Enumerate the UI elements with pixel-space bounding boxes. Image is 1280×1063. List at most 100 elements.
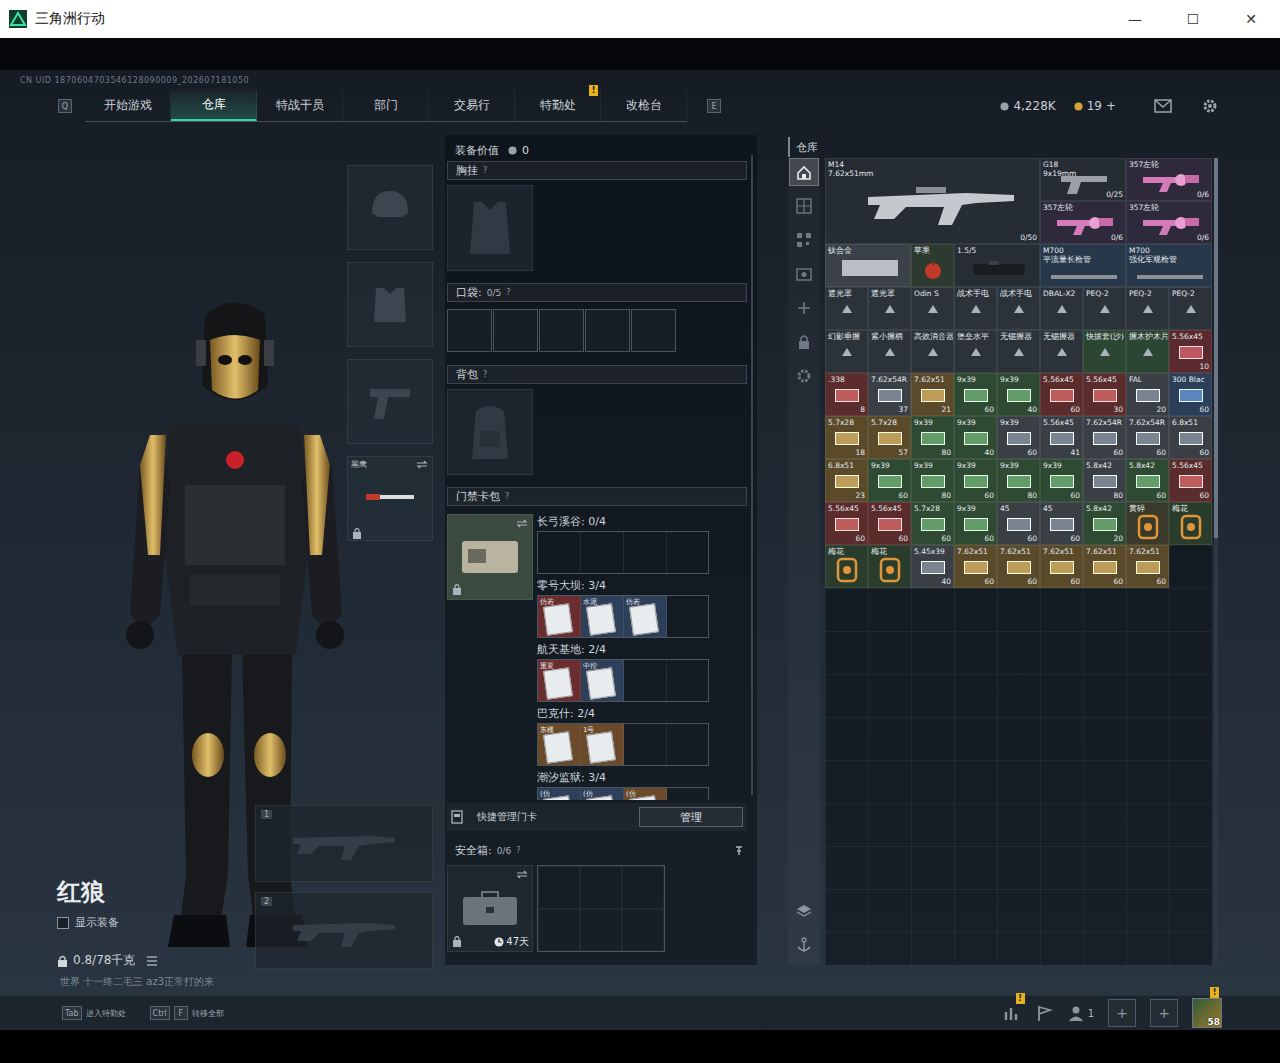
warehouse-item[interactable]: 9x3960 (954, 373, 997, 416)
swap-icon[interactable] (516, 519, 528, 528)
nav-tab[interactable]: 部门 (343, 90, 429, 121)
sidebar-item[interactable] (789, 192, 819, 220)
keycard-cell[interactable] (624, 532, 667, 573)
safebox-cell[interactable] (622, 909, 664, 952)
warehouse-item[interactable]: Odin S (911, 287, 954, 330)
melee-slot[interactable]: 黑鹰 (347, 456, 433, 541)
warehouse-item[interactable]: 9x3960 (954, 459, 997, 502)
gear-icon[interactable] (1202, 98, 1218, 114)
pistol-slot[interactable] (347, 359, 433, 444)
safebox-cell[interactable] (538, 909, 580, 952)
nav-tab[interactable]: 开始游戏 (85, 90, 171, 121)
pocket-slot[interactable] (585, 309, 630, 352)
warehouse-item[interactable]: 堡垒水平 (954, 330, 997, 373)
keycard-cell[interactable]: 仿若 (538, 596, 581, 637)
warehouse-item[interactable]: 9x3980 (911, 416, 954, 459)
warehouse-item[interactable]: 357左轮0/6 (1126, 158, 1212, 201)
manage-button[interactable]: 管理 (639, 807, 743, 827)
warehouse-item[interactable]: 梅花 (825, 545, 868, 588)
help-icon[interactable]: ? (483, 370, 487, 379)
checkbox[interactable] (57, 917, 69, 929)
warehouse-item[interactable]: 无锯握器 (1040, 330, 1083, 373)
warehouse-item[interactable]: 6.8x5123 (825, 459, 868, 502)
keycard-cell[interactable]: 1号 (581, 724, 624, 765)
key-hint[interactable]: Tab进入特勤处 (62, 1006, 126, 1020)
warehouse-item[interactable]: 9x3960 (954, 502, 997, 545)
warehouse-item[interactable]: 5.8x4280 (1083, 459, 1126, 502)
keycard-cell[interactable] (667, 788, 709, 800)
keycard-cell[interactable] (581, 532, 624, 573)
warehouse-item[interactable]: 9x3940 (997, 373, 1040, 416)
warehouse-item[interactable]: 5.7x2860 (911, 502, 954, 545)
warehouse-item[interactable]: 5.56x4560 (1169, 459, 1212, 502)
armor-slot[interactable] (347, 262, 433, 347)
warehouse-item[interactable]: 7.62x54R60 (1083, 416, 1126, 459)
warehouse-item[interactable]: 7.62x5160 (997, 545, 1040, 588)
add-member-button[interactable]: + (1108, 999, 1136, 1027)
keycard-cell[interactable] (667, 532, 709, 573)
warehouse-item[interactable]: 1.5/5 (954, 244, 1040, 287)
safebox-cell[interactable] (622, 866, 664, 909)
nav-tab[interactable]: 交易行 (429, 90, 515, 121)
weapon-slot[interactable]: 2 (255, 892, 433, 969)
window-control[interactable]: ☐ (1164, 11, 1222, 27)
warehouse-item[interactable]: 357左轮0/6 (1040, 201, 1126, 244)
warehouse-item[interactable]: .3388 (825, 373, 868, 416)
warehouse-item[interactable]: 4560 (1040, 502, 1083, 545)
sidebar-item[interactable] (789, 226, 819, 254)
warehouse-item[interactable]: 4560 (997, 502, 1040, 545)
warehouse-item[interactable]: 5.56x4510 (1169, 330, 1212, 373)
warehouse-item[interactable]: 握木护木片 (1126, 330, 1169, 373)
warehouse-item[interactable]: 战术手电 (954, 287, 997, 330)
key-hint[interactable]: CtrlF转移全部 (150, 1006, 224, 1020)
warehouse-item[interactable]: 9x3960 (997, 416, 1040, 459)
sidebar-item[interactable] (789, 362, 819, 390)
sidebar-item[interactable] (789, 931, 819, 959)
warehouse-item[interactable]: 钛合金 (825, 244, 911, 287)
warehouse-item[interactable]: DBAL-X2 (1040, 287, 1083, 330)
keycard-cell[interactable] (624, 660, 667, 701)
helmet-slot[interactable] (347, 165, 433, 250)
warehouse-item[interactable]: 紧小握柄 (868, 330, 911, 373)
nav-tab[interactable]: 特勤处! (515, 90, 601, 121)
warehouse-item[interactable]: 遮光罩 (868, 287, 911, 330)
sidebar-item[interactable] (789, 328, 819, 356)
warehouse-item[interactable]: 5.56x4560 (825, 502, 868, 545)
warehouse-item[interactable]: 7.62x54R37 (868, 373, 911, 416)
sidebar-item[interactable] (789, 260, 819, 288)
safebox-slot[interactable]: 47天 (447, 865, 533, 952)
warehouse-item[interactable]: 5.7x2818 (825, 416, 868, 459)
warehouse-item[interactable]: 高效消音器 (911, 330, 954, 373)
chest-rig-slot[interactable] (447, 185, 533, 271)
warehouse-item[interactable]: 9x3980 (911, 459, 954, 502)
warehouse-item[interactable]: 5.56x4541 (1040, 416, 1083, 459)
help-icon[interactable]: ? (506, 288, 510, 297)
warehouse-item[interactable]: FAL20 (1126, 373, 1169, 416)
warehouse-item[interactable]: 6.8x5160 (1169, 416, 1212, 459)
help-icon[interactable]: ? (516, 846, 520, 855)
keycard-cell[interactable]: (仿 (581, 788, 624, 800)
mail-icon[interactable] (1154, 99, 1172, 113)
warehouse-item[interactable]: 300 Blac60 (1169, 373, 1212, 416)
warehouse-item[interactable]: 7.62x5160 (1040, 545, 1083, 588)
sidebar-item[interactable] (789, 897, 819, 925)
warehouse-item[interactable]: 5.56x4560 (1040, 373, 1083, 416)
weapon-slot[interactable]: 1 (255, 805, 433, 882)
warehouse-item[interactable]: 7.62x5160 (954, 545, 997, 588)
prev-tab-key[interactable]: Q (58, 99, 72, 113)
warehouse-item[interactable]: 无锯握器 (997, 330, 1040, 373)
list-icon[interactable] (146, 956, 158, 966)
help-icon[interactable]: ? (505, 492, 509, 501)
help-icon[interactable]: ? (483, 166, 487, 175)
warehouse-item[interactable]: 苹果 (911, 244, 954, 287)
warehouse-item[interactable]: 7.62x5121 (911, 373, 954, 416)
warehouse-item[interactable]: 357左轮0/6 (1126, 201, 1212, 244)
warehouse-item[interactable]: 7.62x5160 (1126, 545, 1169, 588)
pin-icon[interactable] (735, 846, 743, 856)
keycard-case-slot[interactable] (447, 514, 533, 600)
sidebar-item[interactable] (789, 158, 819, 186)
keycard-cell[interactable] (667, 724, 709, 765)
keycard-cell[interactable] (538, 532, 581, 573)
keycard-cell[interactable] (667, 596, 709, 637)
keycard-cell[interactable]: 仿若 (624, 596, 667, 637)
